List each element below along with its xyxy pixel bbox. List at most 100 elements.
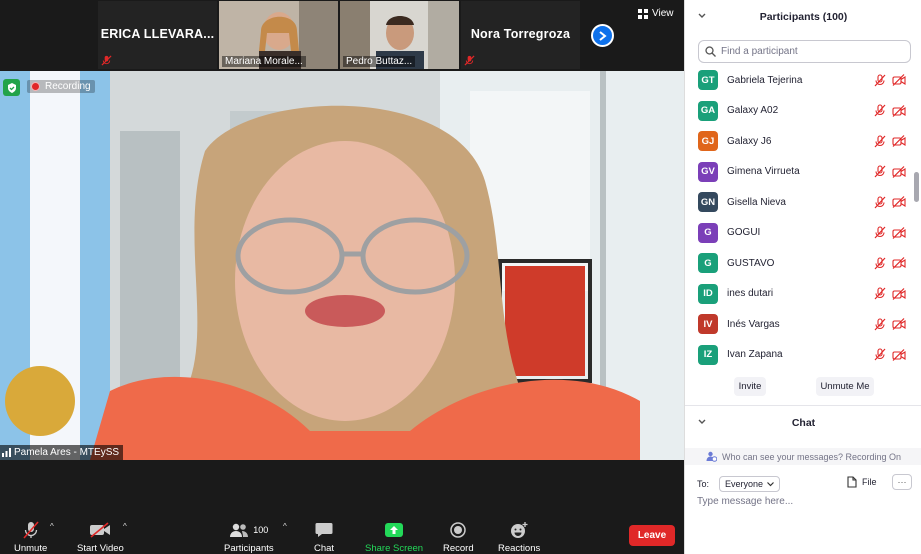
chevron-down-icon[interactable] — [698, 12, 706, 20]
video-options-caret[interactable]: ^ — [123, 522, 127, 531]
participants-options-caret[interactable]: ^ — [283, 522, 287, 531]
avatar: GJ — [698, 131, 718, 151]
video-off-icon[interactable] — [892, 74, 906, 86]
participant-row[interactable]: IV Inés Vargas — [685, 309, 913, 339]
chevron-down-icon[interactable] — [698, 418, 706, 426]
gallery-tile-mariana[interactable]: Mariana Morale... — [219, 1, 338, 69]
meeting-area: ERICA LLEVARA... Mariana Morale... Pedro… — [0, 0, 684, 554]
chat-label: Chat — [314, 543, 335, 554]
to-label: To: — [697, 479, 710, 489]
avatar: GA — [698, 100, 718, 121]
security-shield-icon[interactable] — [3, 79, 20, 96]
participant-name: ines dutari — [727, 288, 774, 299]
video-off-icon[interactable] — [892, 104, 906, 117]
chevron-right-icon — [599, 30, 607, 41]
unmute-me-button[interactable]: Unmute Me — [816, 377, 874, 396]
muted-mic-icon[interactable] — [874, 73, 886, 87]
participant-row[interactable]: GN Gisella Nieva — [685, 187, 913, 217]
video-off-icon[interactable] — [892, 135, 906, 147]
emoji-plus-icon — [511, 521, 528, 538]
participant-row[interactable]: GA Galaxy A02 — [685, 96, 913, 126]
video-off-icon[interactable] — [892, 226, 906, 239]
participant-row[interactable]: G GOGUI — [685, 218, 913, 248]
speaker-name: Pamela Ares - MTEySS — [14, 447, 120, 458]
participant-row[interactable]: G GUSTAVO — [685, 248, 913, 278]
record-label: Record — [443, 543, 474, 554]
muted-mic-icon[interactable] — [874, 287, 886, 300]
share-screen-icon — [385, 523, 404, 537]
participant-name: GOGUI — [727, 227, 761, 238]
signal-icon — [2, 448, 11, 457]
muted-mic-icon — [23, 521, 39, 539]
record-button[interactable]: Record — [443, 520, 474, 554]
share-screen-label: Share Screen — [365, 543, 424, 554]
avatar: GT — [698, 70, 718, 90]
video-off-icon[interactable] — [892, 318, 906, 330]
chat-button[interactable]: Chat — [314, 520, 334, 554]
video-off-icon[interactable] — [892, 165, 906, 178]
participant-row[interactable]: GV Gimena Virrueta — [685, 157, 913, 187]
muted-mic-icon[interactable] — [874, 165, 886, 178]
file-button[interactable]: File — [847, 476, 877, 488]
participant-row[interactable]: GJ Galaxy J6 — [685, 126, 913, 156]
participants-label: Participants — [224, 543, 274, 554]
speaker-video-frame — [0, 71, 684, 460]
muted-mic-icon[interactable] — [874, 256, 886, 270]
recording-indicator[interactable]: Recording — [27, 80, 95, 93]
participant-row[interactable]: IZ Ivan Zapana — [685, 340, 913, 369]
view-button[interactable]: View — [638, 8, 674, 19]
participant-search-box[interactable] — [698, 40, 911, 63]
tile-name: Nora Torregroza — [470, 27, 571, 41]
unmute-button[interactable]: Unmute — [14, 520, 47, 554]
participant-name: Galaxy J6 — [727, 135, 772, 147]
participant-list-scrollbar[interactable] — [914, 172, 919, 202]
gallery-tile-erica[interactable]: ERICA LLEVARA... — [98, 1, 217, 69]
unmute-label: Unmute — [14, 543, 48, 554]
share-screen-button[interactable]: Share Screen — [365, 520, 423, 554]
muted-mic-icon[interactable] — [874, 195, 886, 209]
reactions-button[interactable]: Reactions — [498, 520, 540, 554]
recording-dot-icon — [31, 82, 40, 91]
gallery-tile-nora[interactable]: Nora Torregroza — [461, 1, 580, 69]
record-icon — [450, 522, 467, 538]
muted-mic-icon[interactable] — [874, 226, 886, 239]
gallery-strip: ERICA LLEVARA... Mariana Morale... Pedro… — [0, 0, 684, 70]
recipient-dropdown[interactable]: Everyone — [719, 476, 781, 492]
participant-name: GUSTAVO — [727, 257, 775, 269]
next-page-button[interactable] — [591, 24, 614, 47]
chat-visibility-notice[interactable]: Who can see your messages? Recording On — [685, 448, 921, 465]
invite-button[interactable]: Invite — [734, 377, 766, 396]
more-options-button[interactable]: ··· — [892, 474, 912, 490]
grid-icon — [638, 8, 648, 19]
muted-mic-icon[interactable] — [874, 317, 886, 331]
muted-mic-icon[interactable] — [874, 348, 886, 361]
avatar: G — [698, 222, 718, 243]
chat-recipient-row: To: Everyone — [697, 476, 781, 492]
audio-options-caret[interactable]: ^ — [50, 522, 54, 531]
video-off-icon[interactable] — [892, 257, 906, 269]
tile-name: ERICA LLEVARA... — [100, 27, 215, 41]
recipient-value: Everyone — [725, 479, 764, 489]
video-off-icon[interactable] — [892, 348, 906, 361]
meeting-toolbar: Unmute ^ Start Video ^ 100 Participants … — [0, 508, 684, 554]
video-off-icon[interactable] — [892, 287, 906, 300]
start-video-button[interactable]: Start Video — [77, 520, 124, 554]
muted-mic-icon[interactable] — [874, 104, 886, 117]
participant-row[interactable]: ID ines dutari — [685, 279, 913, 309]
side-panel: Participants (100) GT Gabriela Tejerina … — [684, 0, 921, 554]
leave-button[interactable]: Leave — [629, 525, 675, 546]
zoom-meeting-window: ERICA LLEVARA... Mariana Morale... Pedro… — [0, 0, 921, 554]
chat-message-input[interactable] — [697, 496, 912, 507]
gallery-tile-pedro[interactable]: Pedro Buttaz... — [340, 1, 459, 69]
avatar: ID — [698, 283, 718, 304]
search-input[interactable] — [721, 46, 901, 57]
video-off-icon[interactable] — [892, 196, 906, 208]
participant-row[interactable]: GT Gabriela Tejerina — [685, 65, 913, 95]
muted-mic-icon[interactable] — [874, 134, 886, 148]
avatar: GV — [698, 161, 718, 182]
recording-label: Recording — [45, 81, 91, 92]
video-off-icon — [90, 522, 111, 538]
chat-bubble-icon — [315, 523, 333, 537]
file-icon — [847, 476, 857, 488]
participants-button[interactable]: 100 Participants — [224, 520, 274, 554]
